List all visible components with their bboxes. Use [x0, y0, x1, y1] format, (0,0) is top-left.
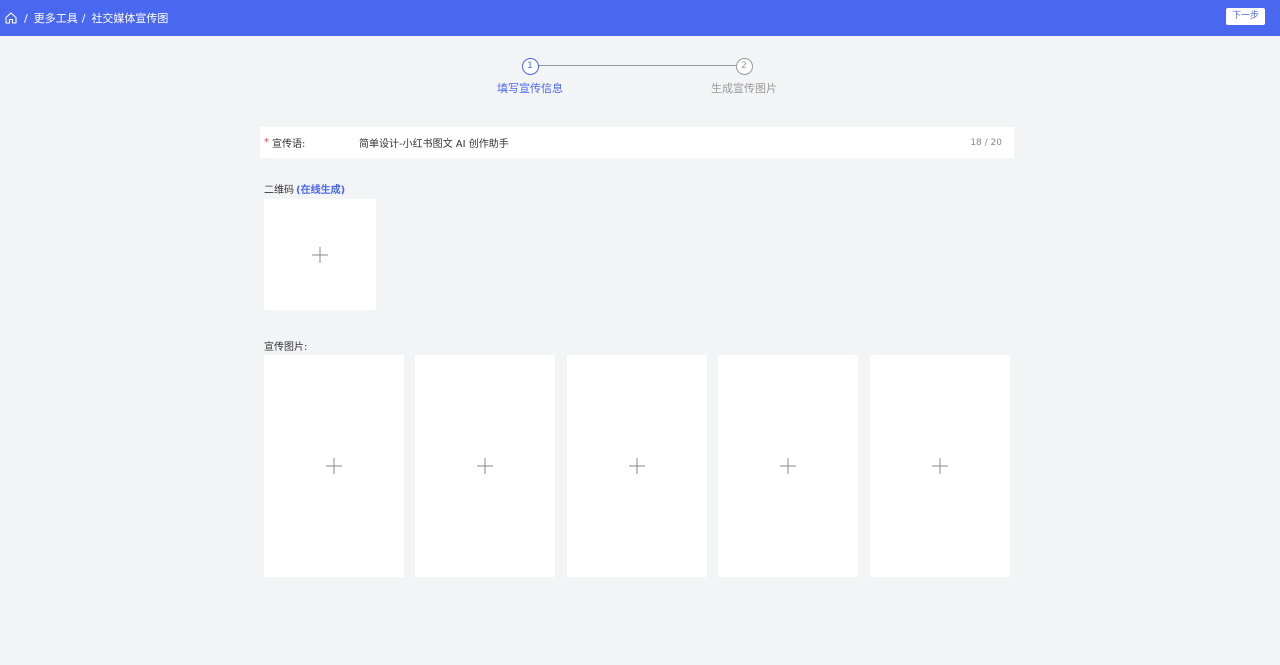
promo-images-label: 宣传图片: — [264, 342, 308, 353]
required-mark: * — [264, 137, 269, 148]
step-2-label: 生成宣传图片 — [711, 82, 777, 95]
qrcode-upload[interactable] — [264, 199, 376, 310]
next-step-button[interactable]: 下一步 — [1226, 8, 1265, 25]
plus-icon — [312, 246, 328, 263]
character-counter: 18 / 20 — [970, 137, 1002, 148]
breadcrumb-separator: / — [81, 11, 86, 25]
breadcrumb-current: 社交媒体宣传图 — [91, 12, 169, 25]
step-2: 2 生成宣传图片 — [684, 56, 804, 96]
promo-image-upload-2[interactable] — [415, 355, 555, 577]
step-1-label: 填写宣传信息 — [497, 82, 563, 95]
home-icon[interactable] — [4, 11, 18, 25]
plus-icon — [326, 458, 342, 474]
slogan-input[interactable] — [359, 137, 939, 148]
breadcrumb: / 更多工具 / 社交媒体宣传图 — [4, 10, 172, 26]
steps: 1 填写宣传信息 2 生成宣传图片 — [0, 56, 1280, 100]
breadcrumb-separator: / — [24, 11, 28, 25]
plus-icon — [932, 458, 948, 474]
promo-image-upload-5[interactable] — [870, 355, 1010, 577]
promo-image-upload-3[interactable] — [567, 355, 707, 577]
promo-image-upload-4[interactable] — [718, 355, 858, 577]
slogan-row: * 宣传语: 18 / 20 — [260, 127, 1014, 158]
step-1: 1 填写宣传信息 — [470, 56, 590, 96]
slogan-label: 宣传语: — [272, 139, 306, 150]
step-2-number: 2 — [735, 58, 753, 75]
plus-icon — [477, 458, 493, 474]
qrcode-label: 二维码 — [264, 185, 294, 196]
generate-qrcode-link[interactable]: (在线生成) — [296, 185, 345, 196]
top-bar: / 更多工具 / 社交媒体宣传图 下一步 — [0, 0, 1280, 36]
promo-image-upload-1[interactable] — [264, 355, 404, 577]
plus-icon — [629, 458, 645, 474]
step-1-number: 1 — [521, 58, 539, 75]
qrcode-label-row: 二维码 (在线生成) — [264, 181, 345, 196]
plus-icon — [780, 458, 796, 474]
breadcrumb-more-tools[interactable]: 更多工具 — [34, 10, 78, 26]
